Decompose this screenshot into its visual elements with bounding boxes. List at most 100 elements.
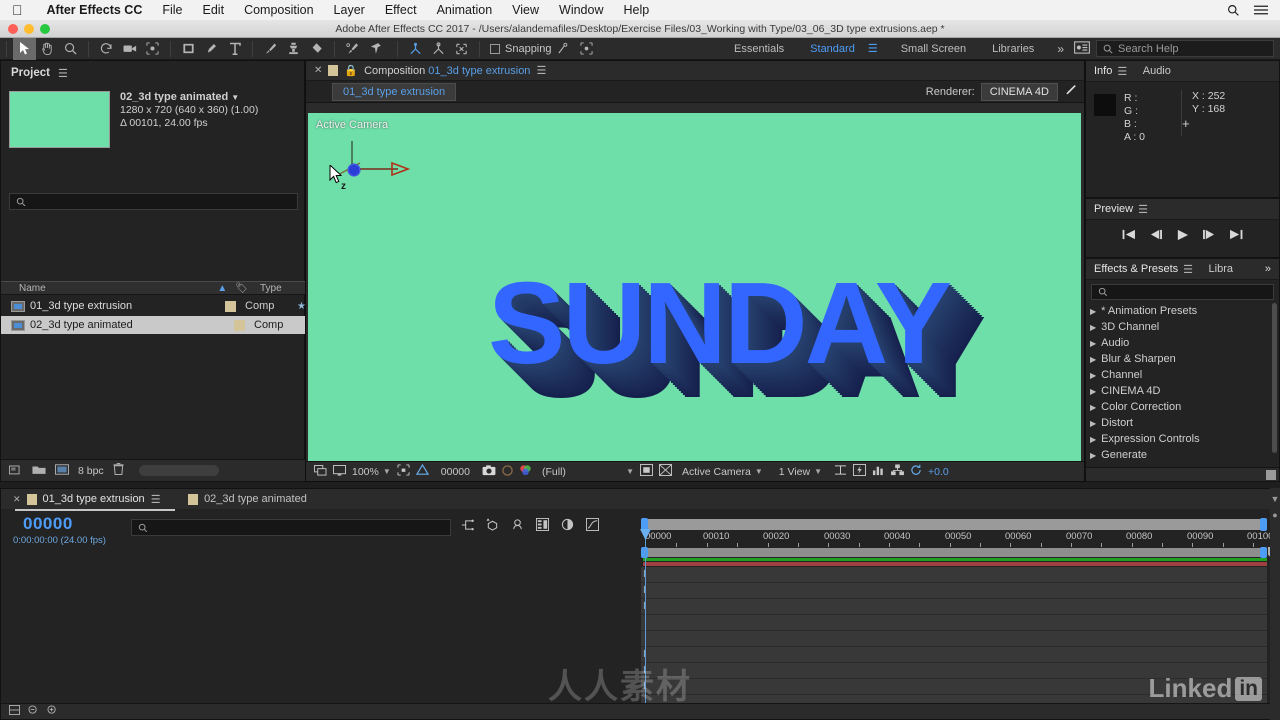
snapshot-icon[interactable] (482, 465, 496, 479)
project-search-input[interactable] (9, 193, 298, 210)
work-area-end-handle[interactable] (1260, 518, 1267, 531)
track-row[interactable]: I (641, 647, 1267, 663)
last-frame-button[interactable] (1229, 229, 1243, 243)
eraser-tool[interactable] (305, 38, 328, 60)
draft-3d-icon[interactable] (486, 518, 499, 534)
workspace-menu-icon[interactable]: ☰ (868, 42, 888, 55)
view-layout-select[interactable]: 1 View ▼ (779, 466, 822, 478)
rail-icon-2[interactable]: ● (1270, 510, 1280, 520)
tab-preview[interactable]: Preview ☰ (1086, 199, 1156, 220)
menu-file[interactable]: File (152, 3, 192, 17)
search-help-field[interactable]: Search Help (1096, 40, 1274, 57)
rail-icon-1[interactable]: ▼ (1270, 494, 1280, 504)
work-area-bar[interactable] (643, 519, 1267, 530)
graph-editor-icon[interactable] (586, 518, 599, 534)
toggle-switches-modes-icon[interactable] (9, 705, 20, 718)
effects-category-animation-presets[interactable]: ▶* Animation Presets (1086, 303, 1279, 319)
project-item-row-1[interactable]: 01_3d type extrusion Comp ★ (1, 297, 306, 315)
work-area-track[interactable] (643, 548, 1267, 557)
camera-view-select[interactable]: Active Camera ▼ (682, 466, 763, 478)
always-preview-icon[interactable] (314, 465, 327, 479)
label-swatch[interactable] (234, 320, 245, 331)
exposure-value[interactable]: +0.0 (928, 466, 949, 478)
hide-shy-layers-icon[interactable] (511, 518, 524, 534)
bit-depth-label[interactable]: 8 bpc (78, 465, 104, 477)
show-snapshot-icon[interactable] (502, 465, 513, 479)
snap-bounds-icon[interactable] (575, 38, 598, 60)
first-frame-button[interactable] (1122, 229, 1136, 243)
snap-measure-icon[interactable] (552, 38, 575, 60)
effects-category-expression-controls[interactable]: ▶Expression Controls (1086, 431, 1279, 447)
enable-frame-blending-icon[interactable] (536, 518, 549, 534)
timeline-zoom-out-icon[interactable] (28, 705, 39, 718)
current-time-display[interactable]: 00000 (441, 466, 470, 478)
project-item-row-2[interactable]: 02_3d type animated Comp (1, 316, 306, 334)
list-icon[interactable] (1254, 4, 1268, 16)
track-row[interactable]: I (641, 663, 1267, 679)
effects-category-audio[interactable]: ▶Audio (1086, 335, 1279, 351)
play-button[interactable] (1176, 229, 1189, 244)
fast-previews-icon[interactable] (853, 464, 866, 479)
track-row[interactable]: I (641, 599, 1267, 615)
type-tool[interactable] (223, 38, 246, 60)
enable-motion-blur-icon[interactable] (561, 518, 574, 534)
track-row[interactable] (641, 631, 1267, 647)
composition-tab-label[interactable]: Composition 01_3d type extrusion (364, 65, 530, 77)
timeline-menu-icon[interactable]: ☰ (151, 493, 160, 506)
composition-canvas[interactable]: Active Camera z SUNDAY (308, 113, 1081, 461)
pan-behind-tool[interactable] (141, 38, 164, 60)
timeline-tab-01[interactable]: ✕ 01_3d type extrusion ☰ (9, 489, 164, 509)
track-row[interactable] (641, 615, 1267, 631)
sync-settings-icon[interactable] (1074, 41, 1090, 57)
effects-category-generate[interactable]: ▶Generate (1086, 447, 1279, 463)
menu-window[interactable]: Window (549, 3, 613, 17)
selection-tool[interactable] (13, 38, 36, 60)
pen-tool[interactable] (200, 38, 223, 60)
hand-tool[interactable] (36, 38, 59, 60)
menu-help[interactable]: Help (614, 3, 660, 17)
local-axis-mode-icon[interactable] (404, 38, 427, 60)
workspace-overflow-icon[interactable]: » (1047, 42, 1074, 56)
shape-tool[interactable] (177, 38, 200, 60)
region-interest-toggle-icon[interactable] (640, 464, 653, 479)
tab-effects-presets[interactable]: Effects & Presets ☰ (1086, 259, 1201, 280)
preview-menu-icon[interactable]: ☰ (1138, 203, 1147, 216)
zoom-level-select[interactable]: 100% ▼ (352, 466, 391, 478)
puppet-pin-tool[interactable] (364, 38, 387, 60)
show-channel-icon[interactable] (519, 464, 532, 479)
tab-info[interactable]: Info ☰ (1086, 61, 1135, 82)
menu-after-effects-cc[interactable]: After Effects CC (37, 3, 153, 17)
apple-icon[interactable]:  (12, 3, 23, 17)
resolution-select[interactable]: (Full) ▼ (542, 466, 634, 478)
new-folder-icon[interactable] (9, 464, 23, 478)
camera-tool[interactable] (118, 38, 141, 60)
snapping-toggle[interactable]: Snapping (490, 43, 552, 55)
menu-edit[interactable]: Edit (193, 3, 235, 17)
next-frame-button[interactable] (1202, 229, 1216, 243)
clone-stamp-tool[interactable] (282, 38, 305, 60)
project-tab-label[interactable]: Project (11, 67, 50, 79)
exposure-reset-icon[interactable] (910, 464, 922, 479)
folder-icon[interactable] (32, 464, 46, 478)
track-row[interactable]: I (641, 567, 1267, 583)
column-type[interactable]: Type (256, 283, 306, 294)
workspace-essentials[interactable]: Essentials (721, 43, 797, 55)
previous-frame-button[interactable] (1149, 229, 1163, 243)
composition-mini-flowchart-icon[interactable] (461, 519, 474, 534)
timeline-zoom-in-icon[interactable] (47, 705, 58, 718)
lock-icon[interactable]: 🔒 (344, 64, 358, 77)
comp-flowchart-icon[interactable] (891, 464, 904, 479)
tab-audio[interactable]: Audio (1135, 61, 1179, 82)
brush-tool[interactable] (259, 38, 282, 60)
zoom-tool[interactable] (59, 38, 82, 60)
world-axis-mode-icon[interactable] (427, 38, 450, 60)
monitor-icon[interactable] (333, 465, 346, 479)
info-menu-icon[interactable]: ☰ (1117, 65, 1126, 78)
timeline-tab-02[interactable]: 02_3d type animated (184, 489, 311, 509)
effects-category-3d-channel[interactable]: ▶3D Channel (1086, 319, 1279, 335)
snapping-checkbox[interactable] (490, 44, 500, 54)
track-row[interactable]: I (641, 679, 1267, 695)
renderer-settings-icon[interactable] (1064, 84, 1076, 100)
effects-scrollbar[interactable] (1272, 303, 1277, 453)
composition-menu-icon[interactable]: ☰ (536, 64, 545, 77)
